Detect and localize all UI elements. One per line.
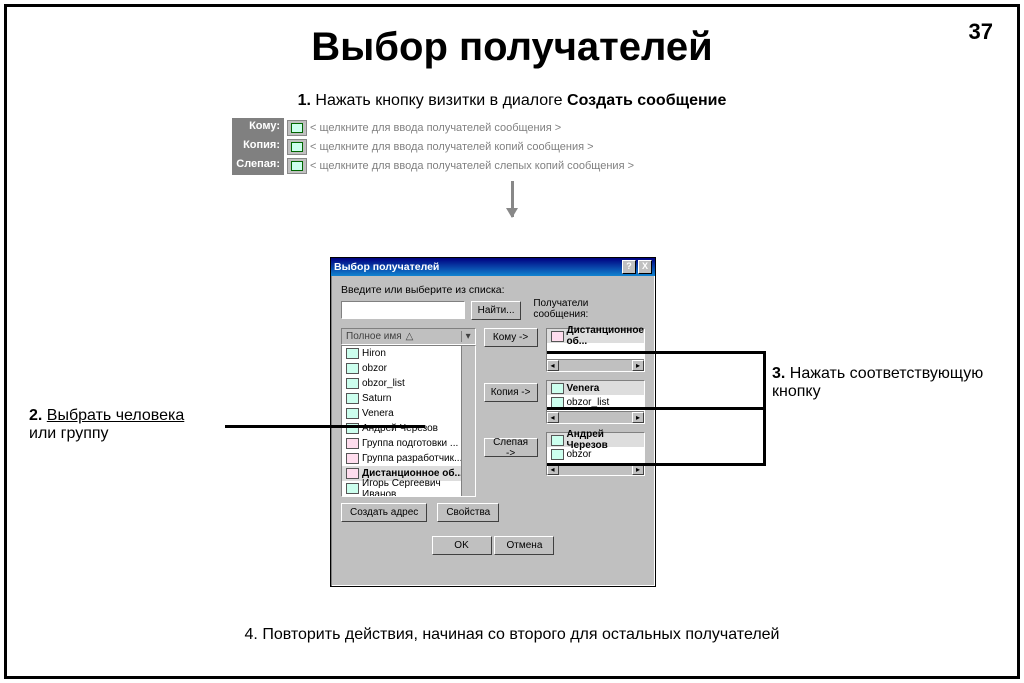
- field-label: Слепая:: [232, 156, 284, 175]
- list-item[interactable]: Группа разработчик...: [342, 451, 475, 466]
- contact-icon: [346, 483, 359, 494]
- contact-icon: [551, 435, 564, 446]
- pointer-line: [225, 425, 425, 428]
- list-item[interactable]: Saturn: [342, 391, 475, 406]
- cc-box[interactable]: Veneraobzor_list◂▸: [546, 380, 646, 424]
- field-placeholder[interactable]: < щелкните для ввода получателей слепых …: [310, 160, 634, 172]
- group-icon: [346, 468, 359, 479]
- column-header-combo[interactable]: Полное имя△ ▾: [341, 328, 476, 345]
- address-book-icon[interactable]: [287, 158, 307, 174]
- chevron-down-icon: ▾: [461, 331, 475, 342]
- pointer-line: [547, 407, 763, 410]
- dialog-title: Выбор получателей: [334, 261, 439, 273]
- compose-row: Копия: < щелкните для ввода получателей к…: [232, 137, 792, 156]
- list-item[interactable]: Venera: [342, 406, 475, 421]
- page-title: Выбор получателей: [7, 25, 1017, 70]
- to-box[interactable]: Дистанционное об...◂▸: [546, 328, 646, 372]
- step-2: 2. Выбрать человека или группу: [29, 407, 229, 443]
- page-number: 37: [969, 19, 993, 45]
- list-item[interactable]: obzor_list: [342, 376, 475, 391]
- dialog-titlebar: Выбор получателей ? X: [331, 258, 655, 276]
- list-item[interactable]: Андрей Черезов: [342, 421, 475, 436]
- close-button[interactable]: X: [638, 260, 652, 274]
- contact-icon: [346, 393, 359, 404]
- arrow-down-icon: [511, 181, 514, 217]
- to-button[interactable]: Кому ->: [484, 328, 538, 347]
- recipients-label: Получатели сообщения:: [533, 298, 645, 320]
- search-input[interactable]: [341, 301, 465, 319]
- contact-icon: [346, 348, 359, 359]
- properties-button[interactable]: Свойства: [437, 503, 499, 522]
- contact-icon: [551, 397, 564, 408]
- contact-icon: [346, 408, 359, 419]
- address-book-icon[interactable]: [287, 120, 307, 136]
- step-3: 3. Нажать соответствующую кнопку: [772, 365, 992, 401]
- recipient-picker-dialog: Выбор получателей ? X Введите или выбери…: [330, 257, 656, 587]
- scrollbar[interactable]: [461, 346, 475, 496]
- bcc-box[interactable]: Андрей Черезовobzor◂▸: [546, 432, 646, 476]
- contact-icon: [346, 363, 359, 374]
- field-label: Кому:: [232, 118, 284, 137]
- address-book-icon[interactable]: [287, 139, 307, 155]
- compose-row: Слепая: < щелкните для ввода получателей …: [232, 156, 792, 175]
- field-placeholder[interactable]: < щелкните для ввода получателей сообщен…: [310, 122, 561, 134]
- pointer-line: [763, 351, 766, 466]
- contact-icon: [551, 383, 564, 394]
- compose-fields-preview: Кому: < щелкните для ввода получателей со…: [232, 118, 792, 175]
- recipient-item[interactable]: Андрей Черезов: [547, 433, 645, 447]
- step-4: 4. Повторить действия, начиная со второг…: [7, 626, 1017, 644]
- find-button[interactable]: Найти...: [471, 301, 522, 320]
- ok-button[interactable]: OK: [432, 536, 492, 555]
- pointer-line: [547, 351, 763, 354]
- group-icon: [551, 331, 564, 342]
- cancel-button[interactable]: Отмена: [494, 536, 554, 555]
- recipient-item[interactable]: Дистанционное об...: [547, 329, 645, 343]
- contact-icon: [346, 378, 359, 389]
- recipient-item[interactable]: Venera: [547, 381, 645, 395]
- field-placeholder[interactable]: < щелкните для ввода получателей копий с…: [310, 141, 594, 153]
- group-icon: [346, 453, 359, 464]
- list-item[interactable]: Hiron: [342, 346, 475, 361]
- cc-button[interactable]: Копия ->: [484, 383, 538, 402]
- group-icon: [346, 438, 359, 449]
- list-item[interactable]: obzor: [342, 361, 475, 376]
- pointer-line: [547, 463, 763, 466]
- enter-or-select-label: Введите или выберите из списка:: [341, 284, 655, 296]
- list-item[interactable]: Игорь Сергеевич Иванов: [342, 481, 475, 496]
- list-item[interactable]: Группа подготовки ...: [342, 436, 475, 451]
- step-1: 1. Нажать кнопку визитки в диалоге Созда…: [7, 92, 1017, 110]
- compose-row: Кому: < щелкните для ввода получателей со…: [232, 118, 792, 137]
- bcc-button[interactable]: Слепая ->: [484, 438, 538, 457]
- field-label: Копия:: [232, 137, 284, 156]
- help-button[interactable]: ?: [622, 260, 636, 274]
- address-list[interactable]: Hironobzorobzor_listSaturnVeneraАндрей Ч…: [341, 345, 476, 497]
- contact-icon: [551, 449, 564, 460]
- create-address-button[interactable]: Создать адрес: [341, 503, 427, 522]
